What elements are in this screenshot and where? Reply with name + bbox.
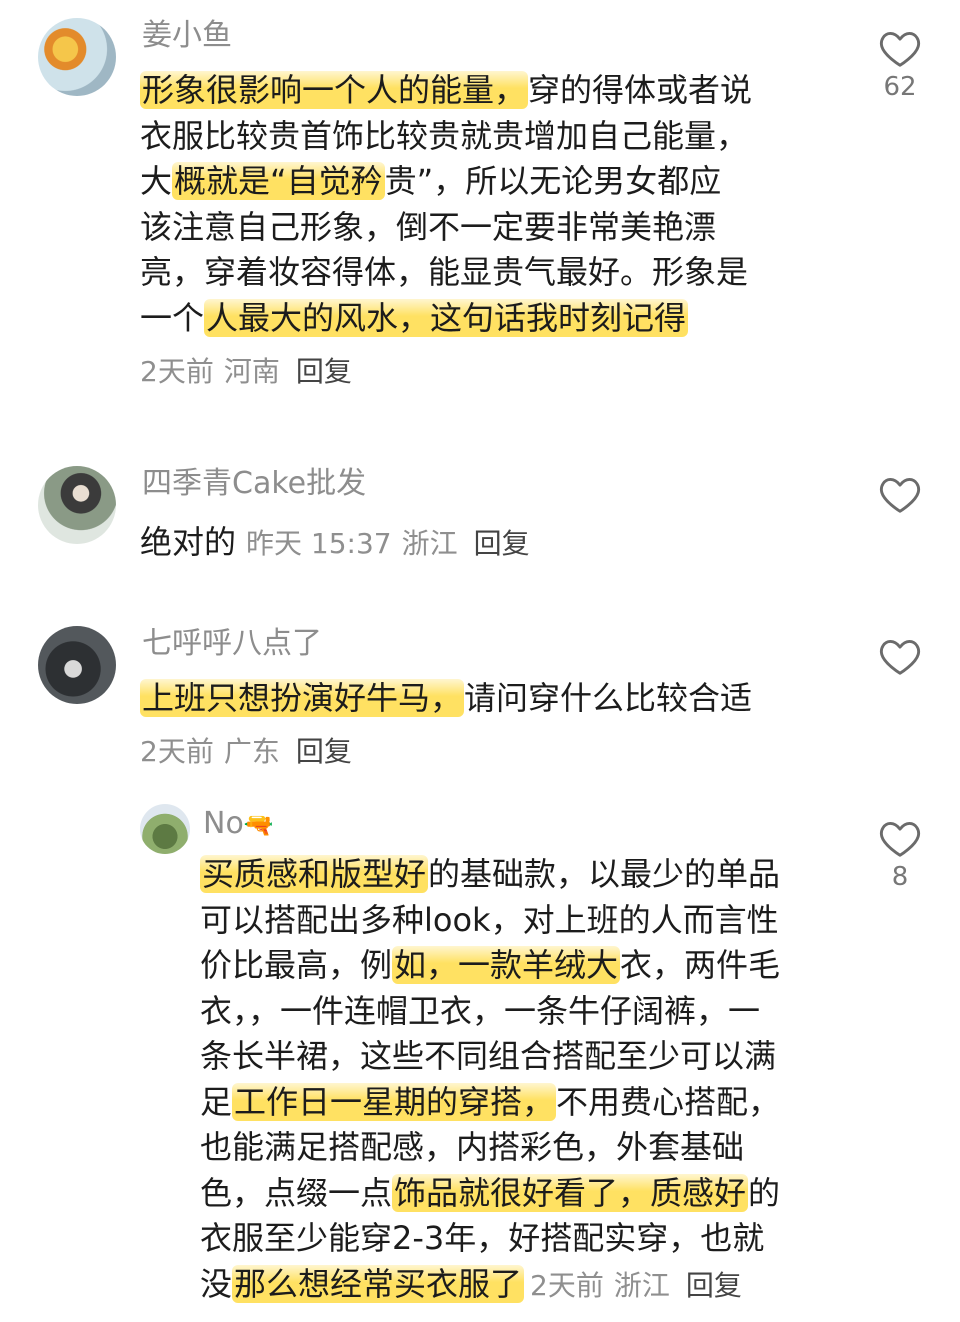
highlighted-text: 工作日一星期的穿搭， xyxy=(232,1082,557,1121)
text-segment: 亮，穿着妆容得体，能显贵气最好。形象是 xyxy=(140,253,749,291)
comment-3: 七呼呼八点了 上班只想扮演好牛马，请问穿什么比较合适 2天前 广东 回复 xyxy=(0,610,960,780)
text-line: 一个人最大的风水，这句话我时刻记得 xyxy=(140,296,752,342)
like-count: 8 xyxy=(891,862,909,892)
time-label: 2天前 xyxy=(530,1268,604,1302)
highlighted-text: 饰品就很好看了，质感好 xyxy=(392,1173,749,1212)
text-line: 亮，穿着妆容得体，能显贵气最好。形象是 xyxy=(140,250,752,296)
highlighted-text: 买质感和版型好 xyxy=(200,855,429,893)
text-line: 衣服至少能穿2-3年，好搭配实穿，也就 xyxy=(200,1216,780,1262)
highlighted-text: 那么想经常买衣服了 xyxy=(232,1264,525,1303)
text-line: 形象很影响一个人的能量，穿的得体或者说 xyxy=(140,68,752,114)
time-label: 昨天 15:37 xyxy=(246,527,392,560)
text-line: 该注意自己形象，倒不一定要非常美艳漂 xyxy=(140,205,752,251)
text-line: 价比最高，例如，一款羊绒大衣，两件毛 xyxy=(200,943,780,989)
text-segment: 请问穿什么比较合适 xyxy=(464,679,753,717)
comment-meta: 2天前 河南 回复 xyxy=(140,352,362,392)
text-segment: 衣，两件毛 xyxy=(620,946,781,984)
comment-body: 绝对的 昨天 15:37 浙江 回复 xyxy=(140,520,540,570)
like-button[interactable] xyxy=(870,474,930,514)
text-segment: 足 xyxy=(200,1082,233,1121)
text-line: 上班只想扮演好牛马，请问穿什么比较合适 xyxy=(140,676,752,722)
comment-text: 绝对的 xyxy=(140,523,237,561)
comment-4-reply: No🔫 买质感和版型好的基础款，以最少的单品 可以搭配出多种look，对上班的人而… xyxy=(0,790,960,1320)
like-button[interactable]: 62 xyxy=(870,28,930,102)
text-line: 衣服比较贵首饰比较贵就贵增加自己能量， xyxy=(140,114,752,160)
text-segment: 没 xyxy=(200,1264,233,1303)
like-button[interactable] xyxy=(870,636,930,676)
heart-outline-icon xyxy=(879,822,921,857)
highlighted-text: 形象很影响一个人的能量， xyxy=(140,71,529,109)
text-line: 大概就是“自觉矜贵”，所以无论男女都应 xyxy=(140,159,752,205)
text-line: 也能满足搭配感，内搭彩色，外套基础 xyxy=(200,1125,780,1171)
location-label: 浙江 xyxy=(613,1268,670,1302)
text-segment: 衣服至少能穿2-3年，好搭配实穿，也就 xyxy=(200,1219,765,1257)
text-line: 色，点缀一点饰品就很好看了，质感好的 xyxy=(200,1171,780,1217)
text-segment: 大 xyxy=(140,162,173,200)
text-segment: 一个 xyxy=(140,298,205,337)
highlighted-text: 人最大的风水，这句话我时刻记得 xyxy=(204,298,689,337)
text-line: 足工作日一星期的穿搭，不用费心搭配， xyxy=(200,1080,780,1126)
time-label: 2天前 xyxy=(140,355,214,388)
reply-button[interactable]: 回复 xyxy=(686,1269,742,1302)
username[interactable]: 四季青Cake批发 xyxy=(142,466,366,502)
heart-outline-icon xyxy=(879,640,921,675)
text-segment: 衣，，一件连帽卫衣，一条牛仔阔裤，一 xyxy=(200,991,761,1030)
reply-button[interactable]: 回复 xyxy=(296,735,352,768)
avatar[interactable] xyxy=(38,626,116,704)
username[interactable]: 姜小鱼 xyxy=(142,18,232,54)
text-line: 条长半裙，这些不同组合搭配至少可以满 xyxy=(200,1034,780,1080)
text-segment: 条长半裙，这些不同组合搭配至少可以满 xyxy=(200,1037,777,1075)
text-segment: 色，点缀一点 xyxy=(200,1173,393,1212)
text-line: 没那么想经常买衣服了 2天前 浙江 回复 xyxy=(200,1262,780,1308)
text-segment: 不用费心搭配， xyxy=(556,1082,781,1121)
text-segment: 也能满足搭配感，内搭彩色，外套基础 xyxy=(200,1128,745,1166)
text-segment: 该注意自己形象，倒不一定要非常美艳漂 xyxy=(140,207,717,246)
text-line: 买质感和版型好的基础款，以最少的单品 xyxy=(200,852,780,898)
heart-outline-icon xyxy=(879,32,921,67)
text-segment: 衣服比较贵首饰比较贵就贵增加自己能量， xyxy=(140,116,749,155)
gun-emoji-icon: 🔫 xyxy=(243,811,274,839)
comment-1: 姜小鱼 形象很影响一个人的能量，穿的得体或者说 衣服比较贵首饰比较贵就贵增加自己能… xyxy=(0,0,960,420)
comment-text: 买质感和版型好的基础款，以最少的单品 可以搭配出多种look，对上班的人而言性 价比… xyxy=(200,852,780,1307)
location-label: 广东 xyxy=(223,735,280,768)
location-label: 浙江 xyxy=(401,527,458,560)
reply-button[interactable]: 回复 xyxy=(474,527,530,560)
highlighted-text: 如，一款羊绒大 xyxy=(392,946,621,984)
highlighted-text: 上班只想扮演好牛马， xyxy=(140,679,465,717)
time-label: 2天前 xyxy=(140,735,214,768)
text-segment: 的基础款，以最少的单品 xyxy=(428,855,781,893)
text-segment: 的 xyxy=(748,1173,781,1212)
reply-button[interactable]: 回复 xyxy=(296,355,352,388)
text-segment: 可以搭配出多种look，对上班的人而言性 xyxy=(200,900,779,939)
like-count: 62 xyxy=(883,72,917,102)
text-segment: 贵”，所以无论男女都应 xyxy=(384,162,722,200)
avatar[interactable] xyxy=(38,466,116,544)
comment-meta: 2天前 浙江 回复 xyxy=(530,1269,752,1302)
like-button[interactable]: 8 xyxy=(870,818,930,892)
comment-meta: 2天前 广东 回复 xyxy=(140,732,362,772)
location-label: 河南 xyxy=(223,355,280,388)
text-segment: 价比最高，例 xyxy=(200,946,393,984)
avatar[interactable] xyxy=(38,18,116,96)
comment-2: 四季青Cake批发 绝对的 昨天 15:37 浙江 回复 xyxy=(0,450,960,590)
highlighted-text: 概就是“自觉矜 xyxy=(172,162,385,200)
username[interactable]: No🔫 xyxy=(203,806,274,843)
text-segment: 穿的得体或者说 xyxy=(528,71,753,109)
username[interactable]: 七呼呼八点了 xyxy=(142,626,322,662)
comment-text: 形象很影响一个人的能量，穿的得体或者说 衣服比较贵首饰比较贵就贵增加自己能量， 大概… xyxy=(140,68,752,341)
heart-outline-icon xyxy=(879,478,921,513)
text-line: 衣，，一件连帽卫衣，一条牛仔阔裤，一 xyxy=(200,989,780,1035)
comment-text: 上班只想扮演好牛马，请问穿什么比较合适 xyxy=(140,676,752,722)
avatar[interactable] xyxy=(140,804,190,854)
text-line: 可以搭配出多种look，对上班的人而言性 xyxy=(200,898,780,944)
